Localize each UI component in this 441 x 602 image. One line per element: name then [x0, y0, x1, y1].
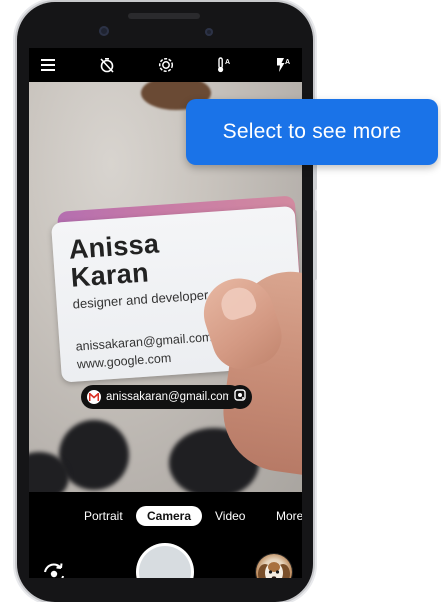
background-object	[59, 420, 129, 490]
timer-off-icon[interactable]	[96, 54, 118, 76]
card-email: anissakaran@gmail.com	[75, 330, 213, 354]
mode-video[interactable]: Video	[215, 506, 245, 526]
switch-camera-icon[interactable]	[38, 558, 70, 578]
menu-icon[interactable]	[37, 54, 59, 76]
gmail-icon	[87, 390, 101, 404]
shutter-button[interactable]	[139, 546, 191, 578]
volume-button	[313, 210, 317, 280]
svg-text:A: A	[285, 59, 290, 66]
lens-button[interactable]	[228, 385, 252, 409]
gallery-thumbnail[interactable]	[256, 554, 292, 578]
select-tooltip: Select to see more	[186, 99, 438, 165]
card-website: www.google.com	[76, 350, 172, 372]
card-name: Anissa Karan	[68, 229, 162, 293]
email-suggestion-chip[interactable]: anissakaran@gmail.com	[81, 385, 243, 409]
mode-camera[interactable]: Camera	[136, 506, 203, 526]
gallery-preview-image	[258, 562, 290, 578]
email-suggestion-text: anissakaran@gmail.com	[106, 391, 233, 403]
motion-photo-icon[interactable]	[155, 54, 177, 76]
earpiece	[128, 13, 200, 19]
card-name-line2: Karan	[69, 257, 150, 293]
svg-text:A: A	[225, 59, 230, 66]
front-sensor	[205, 28, 213, 36]
white-balance-icon[interactable]: A	[213, 54, 235, 76]
front-camera	[99, 26, 109, 36]
camera-topbar: A A	[29, 48, 302, 82]
mode-portrait[interactable]: Portrait	[84, 506, 123, 526]
lens-icon	[234, 388, 246, 406]
mode-more[interactable]: More	[276, 506, 302, 526]
flash-auto-icon[interactable]: A	[272, 54, 294, 76]
mode-selector: Portrait Camera Video More	[29, 492, 302, 542]
